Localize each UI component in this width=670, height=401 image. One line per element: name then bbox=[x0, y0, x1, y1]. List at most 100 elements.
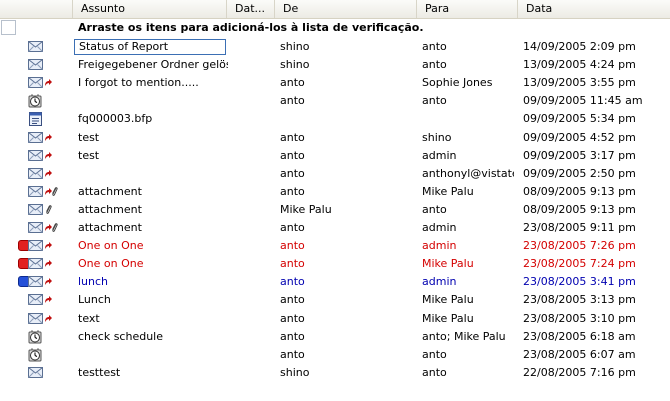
envelope-icon bbox=[28, 366, 43, 381]
table-row[interactable]: test anto admin 09/09/2005 3:17 pm bbox=[0, 147, 670, 165]
table-row[interactable]: attachment anto Mike Palu 08/09/2005 9:13 p… bbox=[0, 183, 670, 201]
to-cell: anto; Mike Palu bbox=[422, 329, 506, 343]
date-cell: 09/09/2005 11:45 am bbox=[523, 94, 643, 108]
from-cell: anto bbox=[280, 130, 305, 144]
table-row[interactable]: anto anthonyl@vistate 09/09/2005 2:50 pm bbox=[0, 165, 670, 183]
from-cell: anto bbox=[280, 76, 305, 90]
from-cell: anto bbox=[280, 293, 305, 307]
clock-icon bbox=[28, 348, 42, 365]
date-cell: 08/09/2005 9:13 pm bbox=[523, 184, 636, 198]
table-row[interactable]: fq000003.bfp 09/09/2005 5:34 pm bbox=[0, 110, 670, 128]
row-icons bbox=[18, 291, 74, 309]
date-cell: 23/08/2005 6:18 am bbox=[523, 329, 636, 343]
subject-cell: testtest bbox=[78, 365, 121, 379]
table-row[interactable]: Lunch anto Mike Palu 23/08/2005 3:13 pm bbox=[0, 291, 670, 309]
envelope-icon bbox=[28, 203, 43, 218]
date-cell: 14/09/2005 2:09 pm bbox=[523, 40, 636, 53]
from-cell: anto bbox=[280, 275, 305, 289]
to-cell: Mike Palu bbox=[422, 293, 474, 307]
select-all-checkbox[interactable] bbox=[1, 20, 16, 35]
table-row[interactable]: test anto shino 09/09/2005 4:52 pm bbox=[0, 129, 670, 147]
column-header-dat[interactable]: Dat... bbox=[226, 0, 274, 18]
envelope-icon bbox=[28, 41, 43, 55]
date-cell: 22/08/2005 7:16 pm bbox=[523, 365, 636, 379]
replied-arrow-icon bbox=[44, 168, 52, 181]
to-cell: anthonyl@vistate bbox=[422, 166, 514, 180]
column-header-de[interactable]: De bbox=[274, 0, 416, 18]
to-cell: Sophie Jones bbox=[422, 76, 493, 90]
document-icon bbox=[29, 112, 42, 129]
from-cell: anto bbox=[280, 94, 305, 108]
column-header-data[interactable]: Data bbox=[517, 0, 670, 18]
date-cell: 09/09/2005 2:50 pm bbox=[523, 166, 636, 180]
envelope-icon bbox=[28, 258, 43, 272]
date-cell: 23/08/2005 6:07 am bbox=[523, 347, 636, 361]
replied-arrow-icon bbox=[44, 77, 52, 90]
envelope-icon bbox=[28, 77, 43, 91]
table-row[interactable]: attachment Mike Palu anto 08/09/2005 9:13 p… bbox=[0, 201, 670, 219]
from-cell: anto bbox=[280, 239, 305, 253]
row-icons bbox=[18, 165, 74, 183]
from-cell: anto bbox=[280, 221, 305, 234]
table-row[interactable]: lunch anto admin 23/08/2005 3:41 pm bbox=[0, 273, 670, 291]
envelope-icon bbox=[28, 276, 43, 290]
table-row[interactable]: One on One anto admin 23/08/2005 7:26 pm bbox=[0, 237, 670, 255]
to-cell: anto bbox=[422, 58, 447, 72]
to-cell bbox=[422, 110, 514, 128]
date-cell: 08/09/2005 9:13 pm bbox=[523, 202, 636, 216]
replied-arrow-icon bbox=[44, 276, 52, 289]
row-icons bbox=[18, 310, 74, 328]
envelope-icon bbox=[28, 294, 43, 308]
row-icons bbox=[18, 273, 74, 291]
from-cell: anto bbox=[280, 257, 305, 271]
date-cell: 23/08/2005 7:26 pm bbox=[523, 239, 636, 253]
subject-cell: Freigegebener Ordner gelösc bbox=[78, 58, 228, 72]
from-cell: anto bbox=[280, 311, 305, 325]
envelope-icon bbox=[28, 240, 43, 254]
replied-arrow-icon bbox=[44, 294, 52, 307]
column-header-para[interactable]: Para bbox=[416, 0, 517, 18]
subject-cell: lunch bbox=[78, 275, 109, 289]
table-row[interactable]: text anto Mike Palu 23/08/2005 3:10 pm bbox=[0, 310, 670, 328]
envelope-icon bbox=[28, 312, 43, 327]
table-row[interactable]: I forgot to mention..... anto Sophie Jones… bbox=[0, 74, 670, 92]
table-row[interactable]: testtest shino anto 22/08/2005 7:16 pm bbox=[0, 364, 670, 382]
table-row[interactable]: attachment anto admin 23/08/2005 9:11 pm bbox=[0, 219, 670, 237]
drag-hint-text: Arraste os itens para adicioná-los à lis… bbox=[78, 21, 424, 34]
paperclip-icon bbox=[51, 221, 58, 236]
table-row[interactable]: anto anto 23/08/2005 6:07 am bbox=[0, 346, 670, 364]
from-cell: Mike Palu bbox=[280, 202, 332, 216]
paperclip-icon bbox=[51, 185, 58, 200]
date-cell: 09/09/2005 3:17 pm bbox=[523, 148, 636, 162]
column-header-bar: Assunto Dat... De Para Data bbox=[0, 0, 670, 19]
row-icons bbox=[18, 38, 74, 56]
table-row[interactable]: check schedule anto anto; Mike Palu 23/08/2… bbox=[0, 328, 670, 346]
subject-cell: text bbox=[78, 311, 100, 325]
row-icons bbox=[18, 56, 74, 74]
table-row[interactable]: One on One anto Mike Palu 23/08/2005 7:24 p… bbox=[0, 255, 670, 273]
from-cell: anto bbox=[280, 184, 305, 198]
table-row[interactable]: Status of Report shino anto 14/09/2005 2:09… bbox=[0, 38, 670, 56]
table-row[interactable]: anto anto 09/09/2005 11:45 am bbox=[0, 92, 670, 110]
column-header-icons[interactable] bbox=[0, 0, 72, 18]
row-icons bbox=[18, 237, 74, 255]
date-cell: 09/09/2005 5:34 pm bbox=[523, 112, 636, 126]
column-header-assunto[interactable]: Assunto bbox=[72, 0, 226, 18]
replied-arrow-icon bbox=[44, 313, 52, 326]
paperclip-icon bbox=[45, 203, 52, 218]
date-cell: 23/08/2005 9:11 pm bbox=[523, 221, 636, 234]
to-cell: Mike Palu bbox=[422, 184, 474, 198]
subject-cell: One on One bbox=[78, 239, 144, 253]
envelope-icon bbox=[28, 185, 43, 200]
to-cell: Mike Palu bbox=[422, 311, 474, 325]
row-icons bbox=[18, 364, 74, 382]
subject-cell bbox=[78, 346, 228, 364]
to-cell: Mike Palu bbox=[422, 257, 474, 271]
row-icons bbox=[18, 110, 74, 128]
to-cell: admin bbox=[422, 148, 457, 162]
envelope-icon bbox=[28, 167, 43, 182]
from-cell: anto bbox=[280, 148, 305, 162]
to-cell: anto bbox=[422, 347, 447, 361]
replied-arrow-icon bbox=[44, 240, 52, 253]
table-row[interactable]: Freigegebener Ordner gelösc shino anto 13/0… bbox=[0, 56, 670, 74]
